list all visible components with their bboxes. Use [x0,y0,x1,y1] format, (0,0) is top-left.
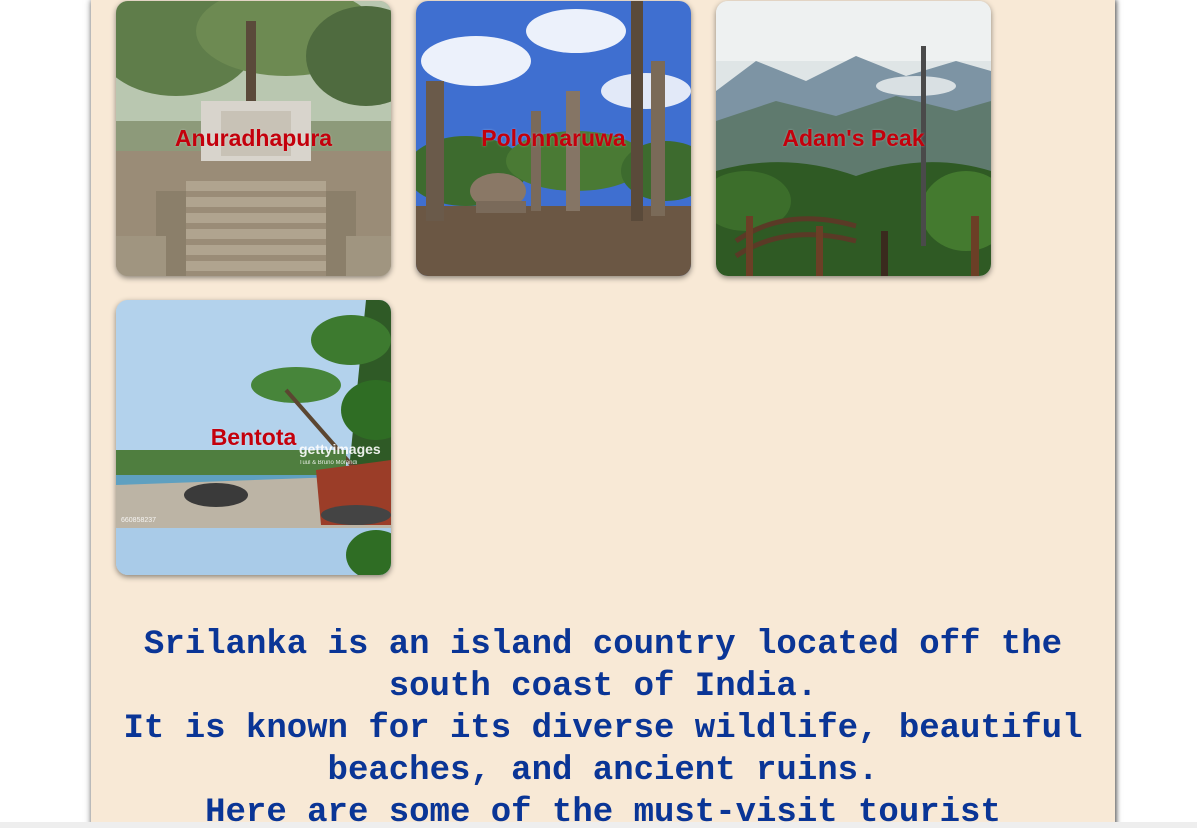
destination-title: Anuradhapura [174,125,333,151]
destination-card-polonnaruwa[interactable]: Polonnaruwa [416,1,691,276]
destination-title: Adam's Peak [782,125,925,151]
intro-text: Srilanka is an island country located of… [121,624,1085,828]
intro-line: It is known for its diverse wildlife, be… [123,710,1083,790]
horizontal-scrollbar[interactable] [0,822,1197,828]
destination-card-adams-peak[interactable]: Adam's Peak [716,1,991,276]
destination-title: Polonnaruwa [481,125,626,151]
intro-line: Srilanka is an island country located of… [143,626,1063,706]
destination-card-bentota[interactable]: gettyimages Tuul & Bruno Morandi 6608582… [116,300,391,575]
page-container: Anuradhapura Polonnaruwa Adam's Peak get… [91,0,1115,828]
destination-card-anuradhapura[interactable]: Anuradhapura [116,1,391,276]
destination-title: Bentota [210,424,297,450]
getty-id: 660858237 [121,517,156,524]
getty-credit: Tuul & Bruno Morandi [299,460,357,466]
